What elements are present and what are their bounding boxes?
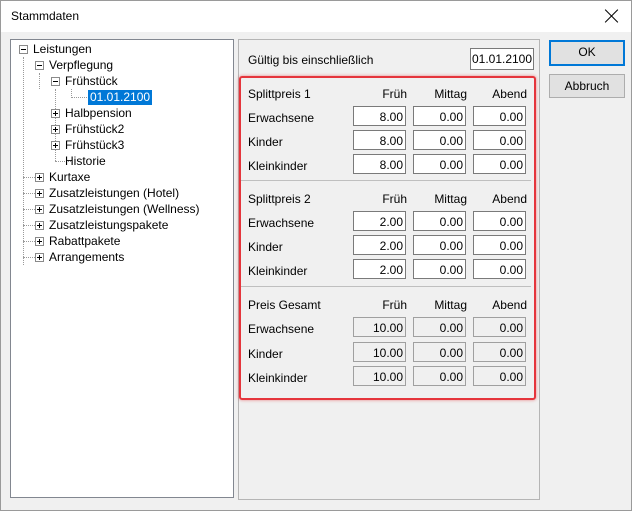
gueltig-date-field[interactable]: 01.01.2100	[470, 48, 534, 70]
tree-guide-line	[23, 57, 24, 265]
gueltig-label: Gültig bis einschließlich	[248, 53, 374, 67]
tree-guide-line	[23, 257, 35, 258]
close-icon[interactable]	[603, 7, 621, 25]
collapse-icon[interactable]	[35, 61, 44, 70]
collapse-icon[interactable]	[19, 45, 28, 54]
tree-item-verpflegung[interactable]: Verpflegung	[49, 58, 113, 73]
tree-item-zusatzleistungen-wellness[interactable]: Zusatzleistungen (Wellness)	[49, 202, 200, 217]
tree-item-halbpension[interactable]: Halbpension	[65, 106, 132, 121]
tree-guide-line	[23, 193, 35, 194]
tree-item-leistungen[interactable]: Leistungen	[33, 42, 92, 57]
tree-item-kurtaxe[interactable]: Kurtaxe	[49, 170, 90, 185]
tree-item-historie[interactable]: Historie	[65, 154, 106, 169]
expand-icon[interactable]	[35, 253, 44, 262]
tree-guide-line	[23, 241, 35, 242]
expand-icon[interactable]	[51, 125, 60, 134]
collapse-icon[interactable]	[51, 77, 60, 86]
tree-item-fruehstueck2[interactable]: Frühstück2	[65, 122, 124, 137]
expand-icon[interactable]	[35, 173, 44, 182]
ok-button[interactable]: OK	[549, 40, 625, 66]
tree-item-arrangements[interactable]: Arrangements	[49, 250, 124, 265]
tree-item-zusatzleistungspakete[interactable]: Zusatzleistungspakete	[49, 218, 168, 233]
tree-item-fruehstueck[interactable]: Frühstück	[65, 74, 118, 89]
window-title: Stammdaten	[11, 9, 80, 23]
tree-guide-line	[23, 209, 35, 210]
expand-icon[interactable]	[51, 109, 60, 118]
tree-item-rabattpakete[interactable]: Rabattpakete	[49, 234, 120, 249]
expand-icon[interactable]	[35, 221, 44, 230]
highlight-frame	[239, 76, 536, 400]
cancel-button[interactable]: Abbruch	[549, 74, 625, 98]
tree-guide-line	[71, 97, 87, 98]
tree-item-zusatzleistungen-hotel[interactable]: Zusatzleistungen (Hotel)	[49, 186, 179, 201]
tree-view[interactable]: Leistungen Verpflegung Frühstück 01.01.2…	[10, 39, 234, 498]
tree-guide-line	[23, 177, 35, 178]
tree-item-selected-date[interactable]: 01.01.2100	[88, 90, 153, 105]
expand-icon[interactable]	[35, 189, 44, 198]
expand-icon[interactable]	[35, 205, 44, 214]
expand-icon[interactable]	[35, 237, 44, 246]
tree-item-fruehstueck3[interactable]: Frühstück3	[65, 138, 124, 153]
tree-guide-line	[23, 225, 35, 226]
tree-guide-line	[39, 73, 40, 89]
expand-icon[interactable]	[51, 141, 60, 150]
title-bar: Stammdaten	[1, 1, 631, 32]
